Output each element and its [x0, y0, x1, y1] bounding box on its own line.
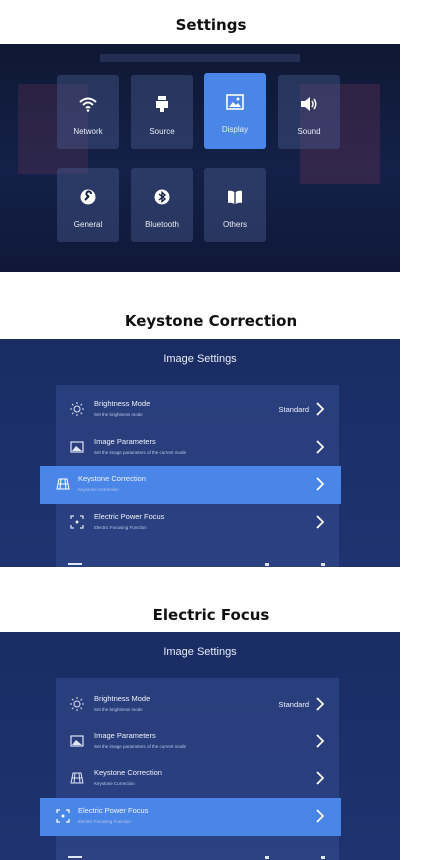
- row-label: Image Parameters: [94, 437, 156, 446]
- tile-label: Display: [221, 125, 249, 134]
- image-icon: [70, 440, 84, 454]
- row-sublabel: Set the brightness mode: [94, 412, 143, 417]
- background-blur-block: [100, 54, 300, 62]
- tile-source[interactable]: Source: [131, 75, 193, 149]
- tile-others[interactable]: Others: [204, 168, 266, 242]
- row-label: Electric Power Focus: [78, 806, 149, 815]
- chevron-right-icon: [313, 734, 327, 748]
- row-brightness-mode[interactable]: Brightness Mode Set the brightness mode …: [56, 686, 339, 724]
- row-label: Brightness Mode: [94, 694, 151, 703]
- display-icon: [226, 93, 244, 111]
- row-sublabel: Keystone Correction: [78, 487, 119, 492]
- chevron-right-icon: [313, 697, 327, 711]
- row-electric-power-focus[interactable]: Electric Power Focus Electric Focusing F…: [56, 504, 339, 542]
- image-settings-screen-keystone: Image Settings Brightness Mode Set the b…: [0, 339, 400, 567]
- speaker-icon: [300, 95, 318, 113]
- section-title-electric-focus: Electric Focus: [152, 606, 270, 624]
- tile-bluetooth[interactable]: Bluetooth: [131, 168, 193, 242]
- section-title-keystone: Keystone Correction: [124, 312, 298, 330]
- row-label: Image Parameters: [94, 731, 156, 740]
- row-label: Keystone Correction: [78, 474, 146, 483]
- row-sublabel: Set the image parameters of the current …: [94, 450, 187, 455]
- sun-icon: [70, 402, 84, 416]
- bluetooth-icon: [153, 188, 171, 206]
- image-settings-title: Image Settings: [163, 353, 237, 365]
- settings-screen: Network Source Display Sound General Blu…: [0, 44, 400, 272]
- book-icon: [226, 188, 244, 206]
- row-value: Standard: [278, 700, 309, 709]
- chevron-right-icon: [313, 809, 327, 823]
- row-keystone-correction[interactable]: Keystone Correction Keystone Correction: [40, 466, 341, 504]
- next-row-partial: [56, 559, 339, 567]
- image-settings-screen-focus: Image Settings Brightness Mode Set the b…: [0, 632, 400, 860]
- row-image-parameters[interactable]: Image Parameters Set the image parameter…: [56, 723, 339, 761]
- tile-label: Others: [222, 220, 247, 229]
- row-electric-power-focus[interactable]: Electric Power Focus Electric Focusing F…: [40, 798, 341, 836]
- tile-sound[interactable]: Sound: [278, 75, 340, 149]
- focus-icon: [56, 809, 70, 823]
- row-sublabel: Electric Focusing Function: [78, 819, 131, 824]
- wrench-icon: [79, 188, 97, 206]
- chevron-right-icon: [313, 771, 327, 785]
- tile-label: Network: [73, 127, 103, 136]
- image-icon: [70, 734, 84, 748]
- keystone-grid-icon: [70, 771, 84, 785]
- tile-network[interactable]: Network: [57, 75, 119, 149]
- row-brightness-mode[interactable]: Brightness Mode Set the brightness mode …: [56, 391, 339, 429]
- row-keystone-correction[interactable]: Keystone Correction Keystone Correction: [56, 760, 339, 798]
- row-sublabel: Electric Focusing Function: [94, 525, 147, 530]
- tile-label: General: [73, 220, 103, 229]
- image-settings-title: Image Settings: [163, 646, 237, 658]
- tile-label: Bluetooth: [145, 220, 179, 229]
- keystone-grid-icon: [56, 477, 70, 491]
- chevron-right-icon: [313, 440, 327, 454]
- source-icon: [153, 95, 171, 113]
- row-sublabel: Set the brightness mode: [94, 707, 143, 712]
- row-label: Electric Power Focus: [94, 512, 165, 521]
- chevron-right-icon: [313, 477, 327, 491]
- tile-display[interactable]: Display: [204, 73, 266, 149]
- row-sublabel: Set the image parameters of the current …: [94, 744, 187, 749]
- sun-icon: [70, 697, 84, 711]
- next-row-partial: [56, 852, 339, 860]
- row-label: Keystone Correction: [94, 768, 162, 777]
- row-label: Brightness Mode: [94, 399, 151, 408]
- tile-label: Sound: [297, 127, 321, 136]
- row-value: Standard: [278, 405, 309, 414]
- chevron-right-icon: [313, 515, 327, 529]
- tile-label: Source: [149, 127, 175, 136]
- wifi-icon: [79, 95, 97, 113]
- row-image-parameters[interactable]: Image Parameters Set the image parameter…: [56, 429, 339, 467]
- chevron-right-icon: [313, 402, 327, 416]
- tile-general[interactable]: General: [57, 168, 119, 242]
- section-title-settings: Settings: [175, 16, 247, 34]
- focus-icon: [70, 515, 84, 529]
- row-sublabel: Keystone Correction: [94, 781, 135, 786]
